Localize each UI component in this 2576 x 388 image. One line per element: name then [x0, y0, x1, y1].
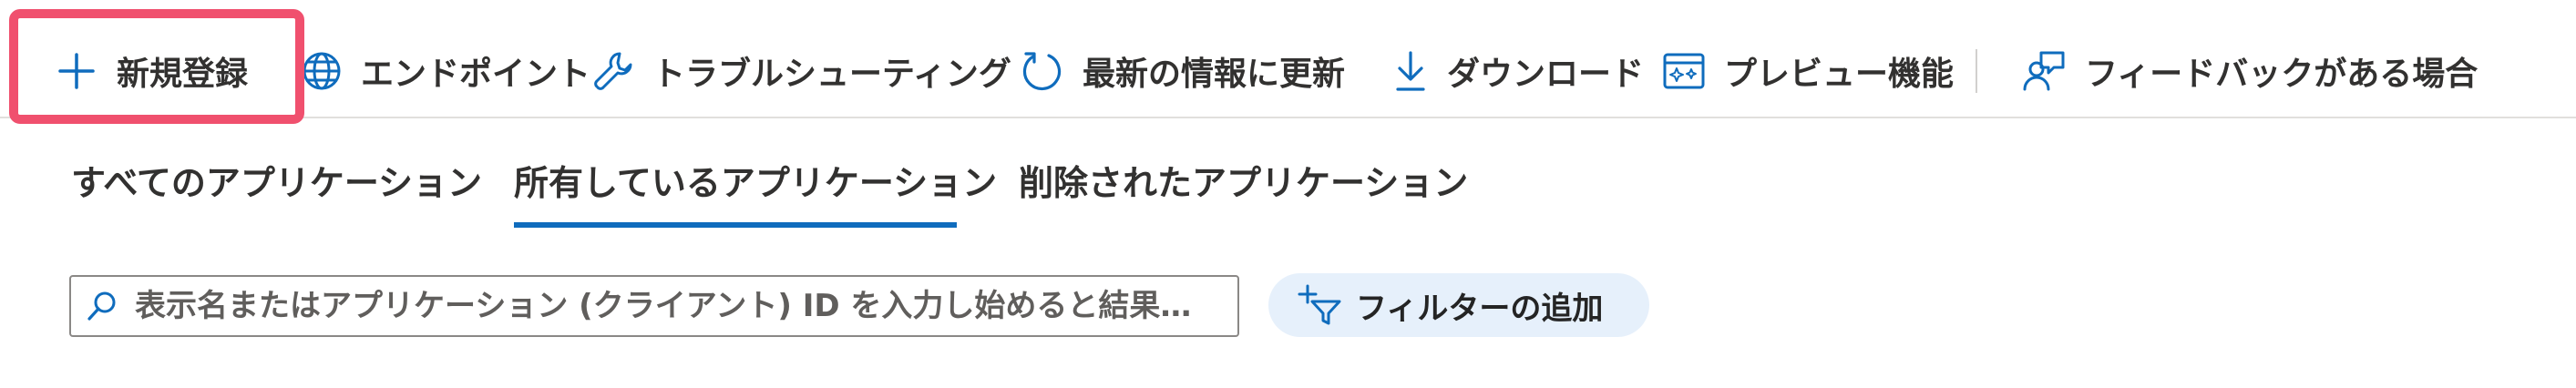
preview-features-label: プレビュー機能 — [1724, 56, 1955, 93]
preview-features-button[interactable]: プレビュー機能 — [1662, 33, 1954, 109]
troubleshooting-label: トラブルシューティング — [652, 56, 1011, 93]
refresh-icon — [1022, 52, 1062, 91]
search-input[interactable] — [135, 281, 1210, 332]
troubleshooting-button[interactable]: トラブルシューティング — [592, 33, 1011, 109]
tab-deleted-applications[interactable]: 削除されたアプリケーション — [1019, 155, 1468, 228]
toolbar-divider — [1976, 49, 1977, 93]
search-icon — [87, 291, 116, 321]
feedback-button[interactable]: フィードバックがある場合 — [2021, 33, 2478, 109]
refresh-label: 最新の情報に更新 — [1083, 56, 1346, 93]
search-box[interactable] — [69, 275, 1239, 337]
app-registrations-page: 新規登録 エンドポイント トラブルシューティング 最新の情報に更新 ダウンロード… — [0, 0, 2576, 388]
download-icon — [1396, 51, 1425, 91]
globe-icon — [303, 52, 341, 90]
feedback-icon — [2023, 51, 2065, 91]
refresh-button[interactable]: 最新の情報に更新 — [1019, 33, 1345, 109]
tab-owned-applications[interactable]: 所有しているアプリケーション — [514, 155, 997, 228]
add-filter-icon — [1298, 284, 1341, 325]
command-bar: 新規登録 エンドポイント トラブルシューティング 最新の情報に更新 ダウンロード… — [0, 0, 2576, 124]
tab-all-applications[interactable]: すべてのアプリケーション — [71, 155, 482, 228]
endpoints-label: エンドポイント — [361, 56, 591, 93]
download-label: ダウンロード — [1447, 56, 1645, 93]
add-filter-button[interactable]: フィルターの追加 — [1268, 273, 1649, 337]
feedback-label: フィードバックがある場合 — [2085, 56, 2479, 93]
wrench-icon — [594, 52, 632, 90]
endpoints-button[interactable]: エンドポイント — [301, 33, 590, 109]
new-registration-highlight — [9, 9, 304, 124]
download-button[interactable]: ダウンロード — [1392, 33, 1644, 109]
selected-tab-indicator — [514, 222, 957, 228]
add-filter-label: フィルターの追加 — [1356, 290, 1604, 327]
preview-icon — [1663, 53, 1705, 89]
